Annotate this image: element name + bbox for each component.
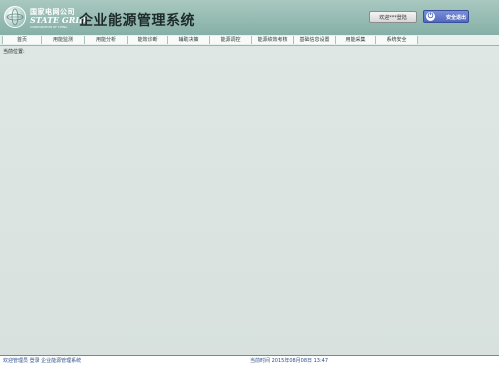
footer-welcome: 欢迎管理员 登录 企业能源管理系统 <box>3 358 82 364</box>
page-title: 企业能源管理系统 <box>79 13 195 29</box>
nav-energy-control[interactable]: 能源调控 <box>210 36 252 44</box>
logout-label: 安全退出 <box>446 15 467 21</box>
brand-name-en: STATE GRID <box>30 15 87 25</box>
header: 国家电网公司 STATE GRID CORPORATION OF CHINA 企… <box>0 0 499 35</box>
nav-home[interactable]: 首页 <box>2 36 42 44</box>
nav-energy-monitoring[interactable]: 用能监测 <box>42 36 85 44</box>
location-label: 当前位置: <box>3 49 25 55</box>
power-icon: ⏻ <box>426 12 435 21</box>
footer-time: 当前时间 2015年08月08日 13:47 <box>250 358 329 364</box>
logout-button[interactable]: ⏻ 安全退出 <box>423 10 469 23</box>
welcome-button[interactable]: 欢迎***登陆 <box>369 11 417 23</box>
nav-performance-assessment[interactable]: 能源绩效考核 <box>252 36 294 44</box>
main-nav: 首页 用能监测 用能分析 能效诊断 辅助决策 能源调控 能源绩效考核 基础信息设… <box>0 35 499 46</box>
nav-efficiency-diagnosis[interactable]: 能效诊断 <box>128 36 168 44</box>
main-content <box>0 46 499 355</box>
state-grid-logo-icon <box>4 6 26 28</box>
nav-basic-settings[interactable]: 基础信息设置 <box>294 36 336 44</box>
nav-decision-support[interactable]: 辅助决策 <box>168 36 210 44</box>
nav-system-security[interactable]: 系统安全 <box>376 36 418 44</box>
nav-energy-analysis[interactable]: 用能分析 <box>85 36 128 44</box>
brand-subtitle: CORPORATION OF CHINA <box>30 25 68 29</box>
nav-energy-collection[interactable]: 用能采集 <box>336 36 376 44</box>
footer: 欢迎管理员 登录 企业能源管理系统 当前时间 2015年08月08日 13:47 <box>0 355 499 367</box>
